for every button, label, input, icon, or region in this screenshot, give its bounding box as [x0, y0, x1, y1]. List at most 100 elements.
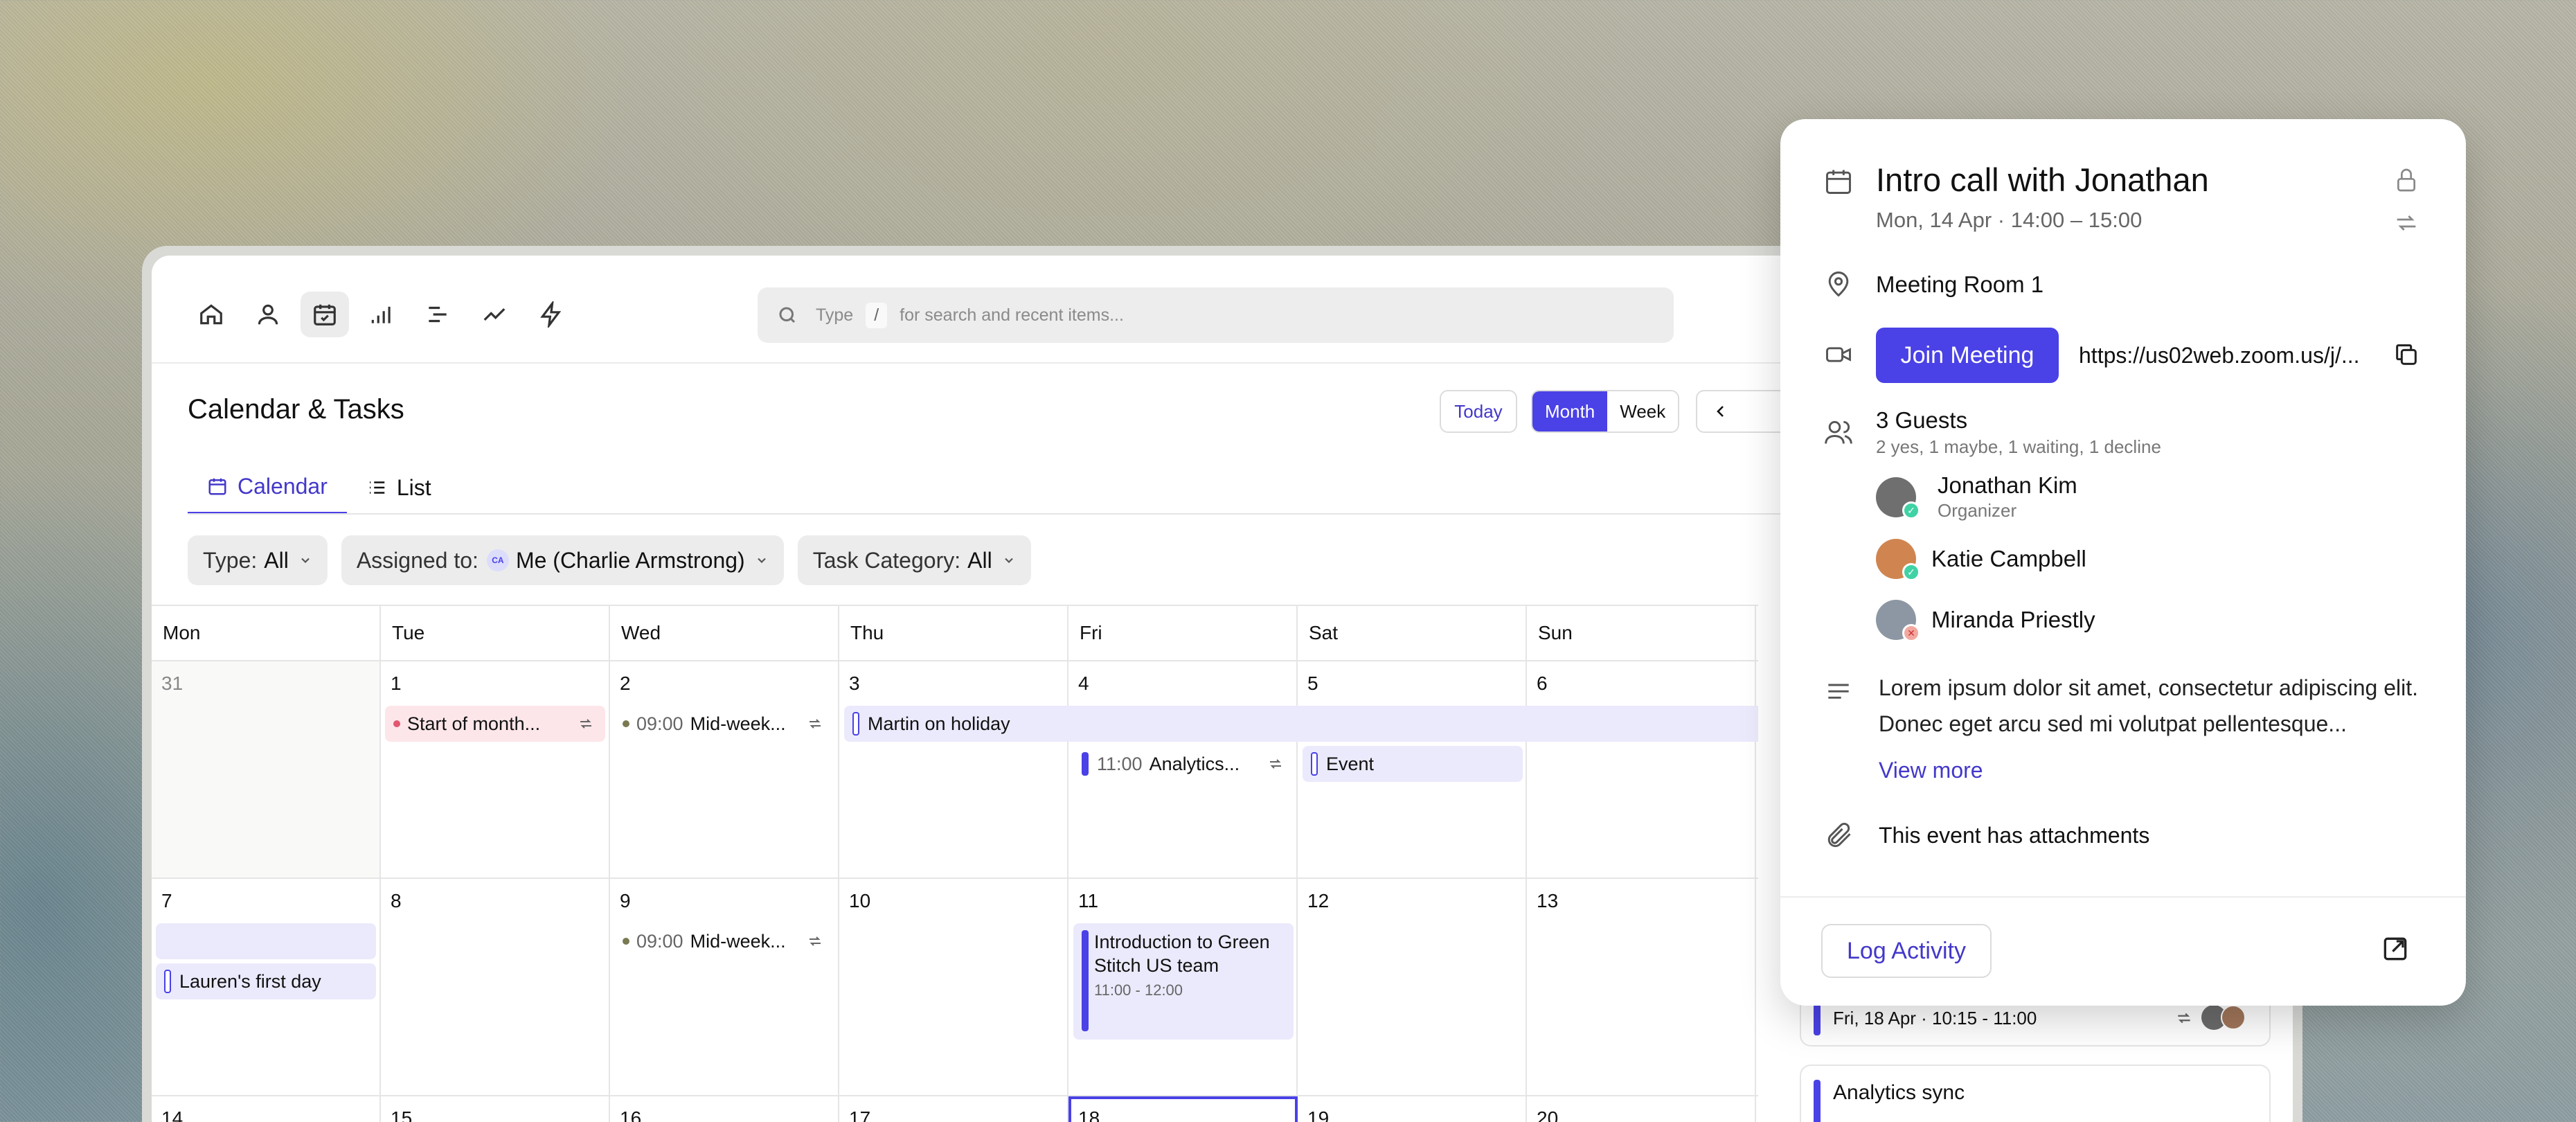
- assigned-filter-label: Assigned to:: [356, 547, 478, 573]
- day-cell[interactable]: 19: [1298, 1096, 1527, 1122]
- nav-bolt-icon[interactable]: [527, 292, 575, 337]
- event-bar: [1082, 752, 1089, 776]
- calendar-event[interactable]: 09:00 Mid-week...: [614, 706, 834, 742]
- today-button[interactable]: Today: [1440, 390, 1517, 433]
- week-row: 7 8 9 10 11 12 13 Lauren's first day 09:…: [152, 879, 1758, 1096]
- weekday-label: Sat: [1298, 606, 1527, 660]
- nav-trend-icon[interactable]: [470, 292, 519, 337]
- chevron-down-icon: [1004, 558, 1013, 564]
- calendar-event-block[interactable]: Introduction to Green Stitch US team 11:…: [1073, 923, 1294, 1040]
- day-cell[interactable]: 1: [381, 661, 610, 878]
- guests-count: 3 Guests: [1876, 407, 1968, 433]
- type-filter-label: Type:: [203, 547, 258, 573]
- day-cell[interactable]: 20: [1527, 1096, 1756, 1122]
- calendar-event[interactable]: Lauren's first day: [156, 963, 376, 999]
- declined-x-icon: ✕: [1902, 624, 1920, 642]
- repeat-icon: [580, 719, 591, 729]
- filter-bar: Type: All Assigned to: CA Me (Charlie Ar…: [188, 535, 1031, 585]
- day-cell[interactable]: 8: [381, 879, 610, 1095]
- day-cell[interactable]: 3: [839, 661, 1068, 878]
- day-number: 7: [161, 890, 172, 911]
- calendar-event[interactable]: 09:00 Mid-week...: [614, 923, 834, 959]
- video-camera-icon: [1823, 339, 1854, 370]
- lock-icon[interactable]: [2392, 166, 2420, 194]
- tab-calendar-label: Calendar: [238, 473, 328, 499]
- event-title: Intro call with Jonathan: [1876, 161, 2209, 198]
- paperclip-icon: [1823, 820, 1854, 851]
- day-number: 16: [620, 1107, 642, 1122]
- tab-list-label: List: [396, 474, 431, 500]
- assigned-filter[interactable]: Assigned to: CA Me (Charlie Armstrong): [341, 535, 784, 585]
- tab-list[interactable]: List: [347, 461, 451, 515]
- day-cell[interactable]: 9: [610, 879, 839, 1095]
- avatar: CA: [486, 549, 509, 571]
- day-number: 20: [1537, 1107, 1559, 1122]
- day-cell[interactable]: 17: [839, 1096, 1068, 1122]
- month-calendar: Mon Tue Wed Thu Fri Sat Sun 31 1 2 3 4 5…: [152, 605, 1758, 1122]
- repeat-icon: [1270, 759, 1281, 769]
- view-tabs: Calendar List: [188, 461, 451, 515]
- event-title: Introduction to Green Stitch US team: [1094, 932, 1270, 976]
- search-input[interactable]: Type / for search and recent items...: [758, 287, 1674, 343]
- category-filter-value: All: [967, 547, 992, 573]
- day-cell[interactable]: 31: [152, 661, 381, 878]
- tab-calendar[interactable]: Calendar: [188, 461, 347, 515]
- nav-user-icon[interactable]: [244, 292, 292, 337]
- weekday-label: Sun: [1527, 606, 1756, 660]
- weekday-label: Mon: [152, 606, 381, 660]
- calendar-event-continuation[interactable]: [156, 923, 376, 959]
- copy-icon[interactable]: [2392, 341, 2420, 368]
- month-view-button[interactable]: Month: [1532, 391, 1608, 431]
- type-filter-value: All: [264, 547, 289, 573]
- nav-align-icon[interactable]: [413, 292, 462, 337]
- side-event-card[interactable]: Analytics sync: [1800, 1065, 2271, 1122]
- day-number: 15: [391, 1107, 413, 1122]
- search-icon: [779, 307, 796, 323]
- calendar-event[interactable]: 11:00 Analytics...: [1073, 746, 1295, 782]
- weekday-header: Mon Tue Wed Thu Fri Sat Sun: [152, 605, 1758, 661]
- search-prefix: Type: [816, 305, 854, 325]
- day-cell[interactable]: 10: [839, 879, 1068, 1095]
- day-number: 17: [849, 1107, 871, 1122]
- attachments-note: This event has attachments: [1879, 823, 2150, 848]
- join-meeting-button[interactable]: Join Meeting: [1876, 328, 2059, 383]
- day-number: 8: [391, 890, 402, 911]
- day-cell[interactable]: 2: [610, 661, 839, 878]
- event-title: Mid-week...: [690, 713, 786, 734]
- guest-role: Organizer: [1938, 500, 2017, 521]
- day-cell[interactable]: 14: [152, 1096, 381, 1122]
- calendar-tab-icon: [208, 478, 226, 495]
- day-cell[interactable]: 13: [1527, 879, 1756, 1095]
- event-dot: [623, 938, 629, 945]
- day-cell-today[interactable]: 18: [1068, 1096, 1298, 1122]
- day-number: 19: [1307, 1107, 1330, 1122]
- guest-name: Miranda Priestly: [1931, 607, 2095, 632]
- prev-month-button[interactable]: [1696, 390, 1793, 433]
- nav-calendar-icon[interactable]: [301, 292, 349, 337]
- day-number: 12: [1307, 890, 1330, 911]
- week-view-button[interactable]: Week: [1607, 391, 1679, 431]
- event-dot: [623, 720, 629, 727]
- week-row: 31 1 2 3 4 5 6 Start of month... 09:00 M…: [152, 661, 1758, 879]
- repeat-icon[interactable]: [2392, 209, 2420, 237]
- day-cell[interactable]: 15: [381, 1096, 610, 1122]
- guest-name: Katie Campbell: [1931, 546, 2086, 571]
- external-link-icon[interactable]: [2380, 934, 2410, 964]
- guests-summary: 2 yes, 1 maybe, 1 waiting, 1 decline: [1876, 436, 2161, 457]
- day-cell[interactable]: 6: [1527, 661, 1756, 878]
- accepted-check-icon: ✓: [1902, 563, 1920, 581]
- log-activity-button[interactable]: Log Activity: [1821, 924, 1992, 978]
- nav-home-icon[interactable]: [187, 292, 235, 337]
- repeat-icon: [810, 719, 821, 729]
- category-filter[interactable]: Task Category: All: [797, 535, 1031, 585]
- calendar-event[interactable]: Event: [1303, 746, 1523, 782]
- calendar-event[interactable]: Start of month...: [385, 706, 605, 742]
- calendar-event-multiday[interactable]: Martin on holiday: [844, 706, 1758, 742]
- meeting-url[interactable]: https://us02web.zoom.us/j/...: [2079, 343, 2360, 368]
- type-filter[interactable]: Type: All: [188, 535, 328, 585]
- day-cell[interactable]: 16: [610, 1096, 839, 1122]
- day-cell[interactable]: 12: [1298, 879, 1527, 1095]
- guest-name: Jonathan Kim: [1938, 472, 2077, 498]
- view-more-link[interactable]: View more: [1879, 758, 1983, 783]
- nav-signal-icon[interactable]: [357, 292, 406, 337]
